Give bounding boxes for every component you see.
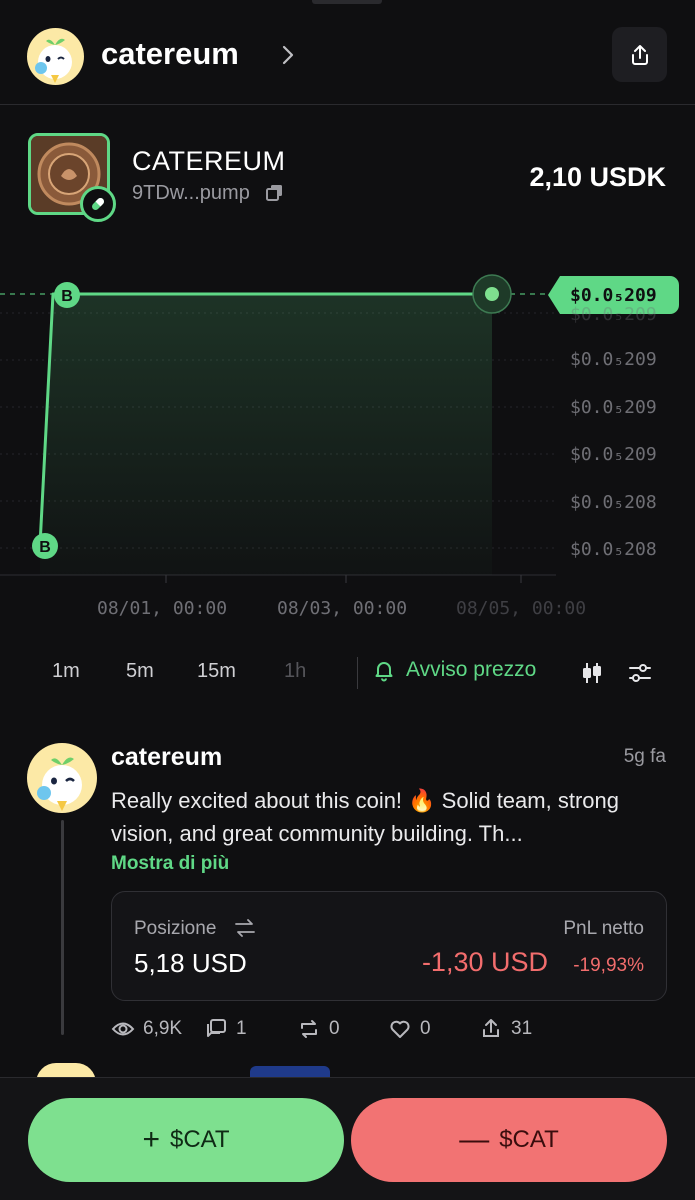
buy-label: $CAT (169, 1126, 230, 1153)
pnl-percent: -19,93% (573, 955, 644, 976)
x-tick-label: 08/03, 00:00 (277, 598, 408, 619)
likes-count: 0 (420, 1018, 431, 1039)
pnl-value: -1,30 USD (421, 947, 548, 977)
thread-line (61, 820, 64, 1035)
timeframe-15m[interactable]: 15m (197, 660, 236, 683)
post-avatar[interactable] (27, 743, 97, 813)
y-tick-label: $0.0₅208 (570, 539, 657, 560)
heart-icon (390, 1020, 410, 1038)
svg-text:B: B (39, 539, 51, 556)
swap-icon[interactable] (234, 919, 256, 937)
settings-sliders-icon[interactable] (627, 660, 653, 686)
candlestick-icon[interactable] (579, 660, 605, 686)
post-timestamp: 5g fa (623, 746, 666, 767)
share-icon (483, 1019, 499, 1037)
eye-icon (111, 1022, 135, 1036)
repost-icon (301, 1020, 317, 1038)
reposts-count: 0 (329, 1018, 340, 1039)
copy-icon[interactable] (266, 184, 284, 202)
price-area (40, 294, 492, 575)
bell-icon (375, 662, 393, 682)
token-address[interactable]: 9TDw...pump (132, 182, 250, 205)
y-tick-label: $0.0₅209 (570, 397, 657, 418)
views-count: 6,9K (143, 1018, 183, 1039)
share-post-button[interactable]: 31 (479, 1017, 532, 1041)
timeframe-1h[interactable]: 1h (284, 660, 306, 683)
buy-button[interactable]: + $CAT (28, 1098, 344, 1182)
like-button[interactable]: 0 (388, 1017, 431, 1041)
token-name: CATEREUM (132, 146, 286, 176)
svg-text:B: B (61, 288, 73, 305)
share-button[interactable] (612, 27, 667, 82)
buy-marker: B (32, 533, 58, 559)
show-more-link[interactable]: Mostra di più (111, 853, 229, 875)
comment-icon (207, 1019, 226, 1037)
token-balance: 2,10 USDK (529, 162, 666, 192)
timeframe-5m[interactable]: 5m (126, 660, 154, 683)
timeframe-1m[interactable]: 1m (52, 660, 80, 683)
comments-button[interactable]: 1 (204, 1017, 247, 1041)
profile-name[interactable]: catereum (101, 36, 239, 72)
views-stat: 6,9K (111, 1017, 182, 1041)
top-header: catereum (0, 0, 695, 105)
shares-count: 31 (511, 1018, 533, 1039)
post-username[interactable]: catereum (111, 743, 222, 772)
x-tick-label: 08/05, 00:00 (456, 598, 587, 619)
y-tick-label: $0.0₅209 (570, 444, 657, 465)
price-alert-label: Avviso prezzo (406, 658, 537, 681)
y-tick-label: $0.0₅209 (570, 349, 657, 370)
repost-button[interactable]: 0 (297, 1017, 340, 1041)
position-value: 5,18 USD (134, 948, 247, 978)
pnl-label: PnL netto (563, 918, 644, 939)
sell-label: $CAT (499, 1126, 559, 1153)
toolbar-divider (357, 657, 358, 689)
sell-button[interactable]: — $CAT (351, 1098, 667, 1182)
minus-icon: — (459, 1123, 490, 1156)
price-alert-button[interactable]: Avviso prezzo (372, 658, 536, 682)
position-card[interactable]: Posizione 5,18 USD PnL netto -1,30 USD -… (111, 891, 667, 1001)
price-line-end-dot (485, 287, 499, 301)
current-price-label: $0.0₅209 (570, 285, 657, 306)
sheet-grabber[interactable] (312, 0, 382, 4)
chevron-right-icon[interactable] (278, 42, 298, 68)
post-body: Really excited about this coin! 🔥 Solid … (111, 788, 619, 846)
y-tick-label: $0.0₅208 (570, 492, 657, 513)
share-icon (631, 44, 648, 65)
pill-icon (80, 186, 116, 222)
plus-icon: + (142, 1123, 160, 1156)
avatar[interactable] (27, 28, 84, 85)
y-tick-label: $0.0₅209 (570, 304, 657, 325)
buy-marker: B (54, 282, 80, 308)
comments-count: 1 (236, 1018, 247, 1039)
x-tick-label: 08/01, 00:00 (97, 598, 228, 619)
position-label: Posizione (134, 918, 217, 939)
